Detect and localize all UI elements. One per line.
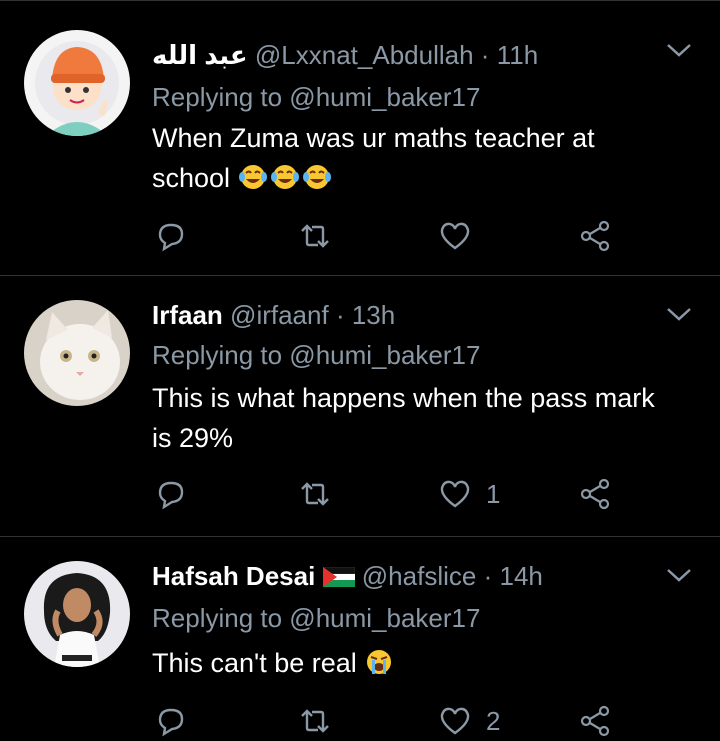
tweet-header: Hafsah Desai @hafslice · 14h (152, 559, 543, 593)
timestamp[interactable]: 14h (499, 561, 542, 591)
like-button[interactable] (438, 216, 486, 256)
dot-separator: · (335, 300, 345, 330)
palestine-flag-icon (322, 566, 355, 587)
timestamp[interactable]: 11h (497, 40, 538, 70)
loudly-crying-face-icon (367, 650, 392, 674)
replying-to[interactable]: Replying to @humi_baker17 (152, 601, 480, 635)
heart-icon (440, 707, 470, 735)
reply-icon (158, 481, 184, 510)
replying-to[interactable]: Replying to @humi_baker17 (152, 338, 480, 372)
retweet-icon (301, 482, 329, 506)
face-with-tears-of-joy-icon (302, 165, 331, 189)
reply-button[interactable] (154, 701, 188, 741)
face-with-tears-of-joy-icon (238, 165, 267, 189)
share-button[interactable] (578, 474, 612, 514)
like-button[interactable]: 2 (438, 701, 500, 741)
handle[interactable]: @irfaanf (230, 300, 329, 330)
tweet-3[interactable]: Hafsah Desai @hafslice · 14h Replying to… (0, 537, 720, 741)
handle[interactable]: @hafslice (362, 561, 477, 591)
retweet-button[interactable] (298, 474, 332, 514)
tweet-header: Irfaan @irfaanf · 13h (152, 298, 395, 332)
display-name[interactable]: Irfaan (152, 300, 223, 330)
share-button[interactable] (578, 701, 612, 741)
heart-icon (440, 480, 470, 508)
action-bar: 2 (152, 701, 622, 741)
chevron-down-icon[interactable] (664, 40, 694, 60)
action-bar (152, 216, 622, 256)
avatar[interactable] (24, 561, 130, 667)
tweet-header: عبد الله @Lxxnat_Abdullah · 11h (152, 38, 538, 72)
tweet-2[interactable]: Irfaan @irfaanf · 13h Replying to @humi_… (0, 276, 720, 536)
heart-icon (440, 222, 470, 250)
tweet-text: When Zuma was ur maths teacher at school (152, 118, 672, 198)
share-icon (580, 705, 610, 737)
tweet-text-content: When Zuma was ur maths teacher at school (152, 123, 595, 193)
reply-button[interactable] (154, 216, 188, 256)
share-icon (580, 478, 610, 510)
share-icon (580, 220, 610, 252)
avatar-cat-image (24, 300, 130, 406)
tweet-text: This is what happens when the pass mark … (152, 378, 672, 458)
tweet-1[interactable]: عبد الله @Lxxnat_Abdullah · 11h Replying… (0, 0, 720, 275)
reply-icon (158, 223, 184, 252)
reply-button[interactable] (154, 474, 188, 514)
avatar[interactable] (24, 30, 130, 136)
timestamp[interactable]: 13h (352, 300, 395, 330)
chevron-down-icon[interactable] (664, 304, 694, 324)
retweet-icon (301, 709, 329, 733)
avatar-cartoon-image (24, 30, 130, 136)
like-count: 2 (486, 705, 501, 736)
like-count: 1 (486, 478, 501, 509)
dot-separator: · (483, 561, 493, 591)
retweet-icon (301, 224, 329, 248)
retweet-button[interactable] (298, 701, 332, 741)
display-name[interactable]: Hafsah Desai (152, 561, 315, 591)
retweet-button[interactable] (298, 216, 332, 256)
action-bar: 1 (152, 474, 622, 514)
chevron-down-icon[interactable] (664, 565, 694, 585)
tweet-text: This can't be real (152, 643, 672, 683)
share-button[interactable] (578, 216, 612, 256)
tweet-text-content: This is what happens when the pass mark … (152, 383, 655, 453)
face-with-tears-of-joy-icon (270, 165, 299, 189)
like-button[interactable]: 1 (438, 474, 500, 514)
reply-icon (158, 708, 184, 737)
dot-separator: · (480, 40, 490, 70)
handle[interactable]: @Lxxnat_Abdullah (255, 40, 474, 70)
tweet-text-content: This can't be real (152, 648, 357, 678)
display-name[interactable]: عبد الله (152, 40, 248, 70)
replying-to[interactable]: Replying to @humi_baker17 (152, 80, 480, 114)
avatar-illustration-image (24, 561, 130, 667)
avatar[interactable] (24, 300, 130, 406)
